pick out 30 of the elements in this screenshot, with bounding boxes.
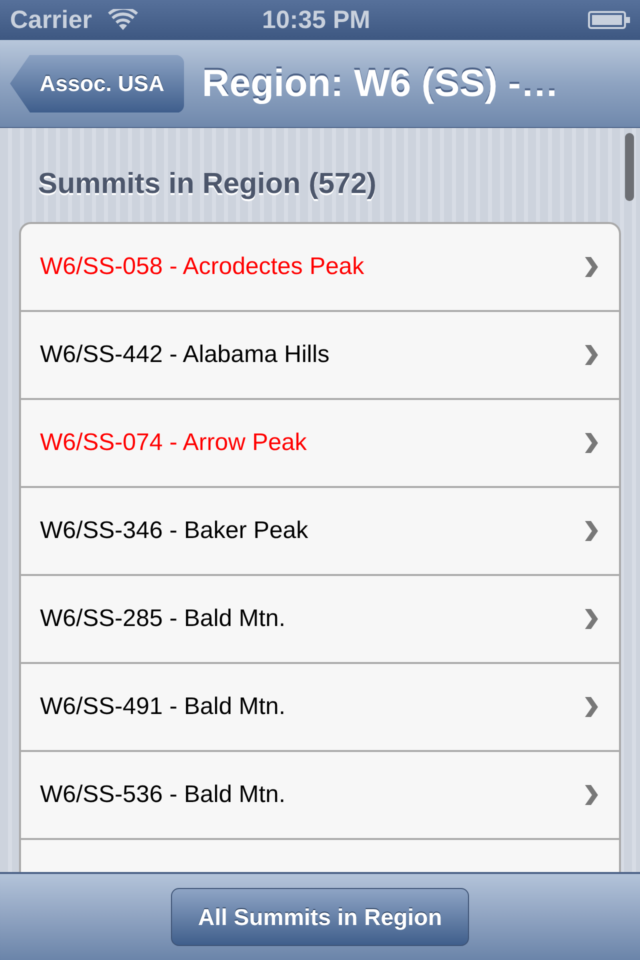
summit-row[interactable]: W6/SS-346 - Baker Peak <box>21 488 619 576</box>
wifi-icon <box>108 9 138 31</box>
navigation-title: Region: W6 (SS) -… <box>202 64 559 102</box>
clock-time: 10:35 PM <box>262 6 370 34</box>
summit-label: W6/SS-058 - Acrodectes Peak <box>40 255 364 279</box>
chevron-right-icon <box>583 695 599 719</box>
carrier-label: Carrier <box>10 8 92 32</box>
chevron-right-icon <box>583 431 599 455</box>
chevron-right-icon <box>583 783 599 807</box>
summit-label: W6/SS-074 - Arrow Peak <box>40 431 307 455</box>
summit-label: W6/SS-536 - Bald Mtn. <box>40 783 286 807</box>
summit-row[interactable]: W6/SS-285 - Bald Mtn. <box>21 576 619 664</box>
section-header: Summits in Region (572) <box>38 168 376 200</box>
summit-label: W6/SS-491 - Bald Mtn. <box>40 695 286 719</box>
summit-label: W6/SS-442 - Alabama Hills <box>40 343 330 367</box>
chevron-right-icon <box>583 519 599 543</box>
summit-row[interactable]: W6/SS-442 - Alabama Hills <box>21 312 619 400</box>
chevron-right-icon <box>583 607 599 631</box>
summit-row[interactable]: W6/SS-058 - Acrodectes Peak <box>21 224 619 312</box>
summit-row[interactable]: W6/SS-536 - Bald Mtn. <box>21 752 619 840</box>
summit-label: W6/SS-346 - Baker Peak <box>40 519 308 543</box>
scrollbar-thumb <box>625 133 634 201</box>
all-summits-button[interactable]: All Summits in Region <box>170 888 470 946</box>
summit-row[interactable]: W6/SS-074 - Arrow Peak <box>21 400 619 488</box>
battery-icon <box>588 11 630 29</box>
back-button[interactable]: Assoc. USA <box>10 54 184 112</box>
summit-row[interactable]: W6/SS-491 - Bald Mtn. <box>21 664 619 752</box>
chevron-right-icon <box>583 343 599 367</box>
chevron-right-icon <box>583 255 599 279</box>
summit-label: W6/SS-285 - Bald Mtn. <box>40 607 286 631</box>
